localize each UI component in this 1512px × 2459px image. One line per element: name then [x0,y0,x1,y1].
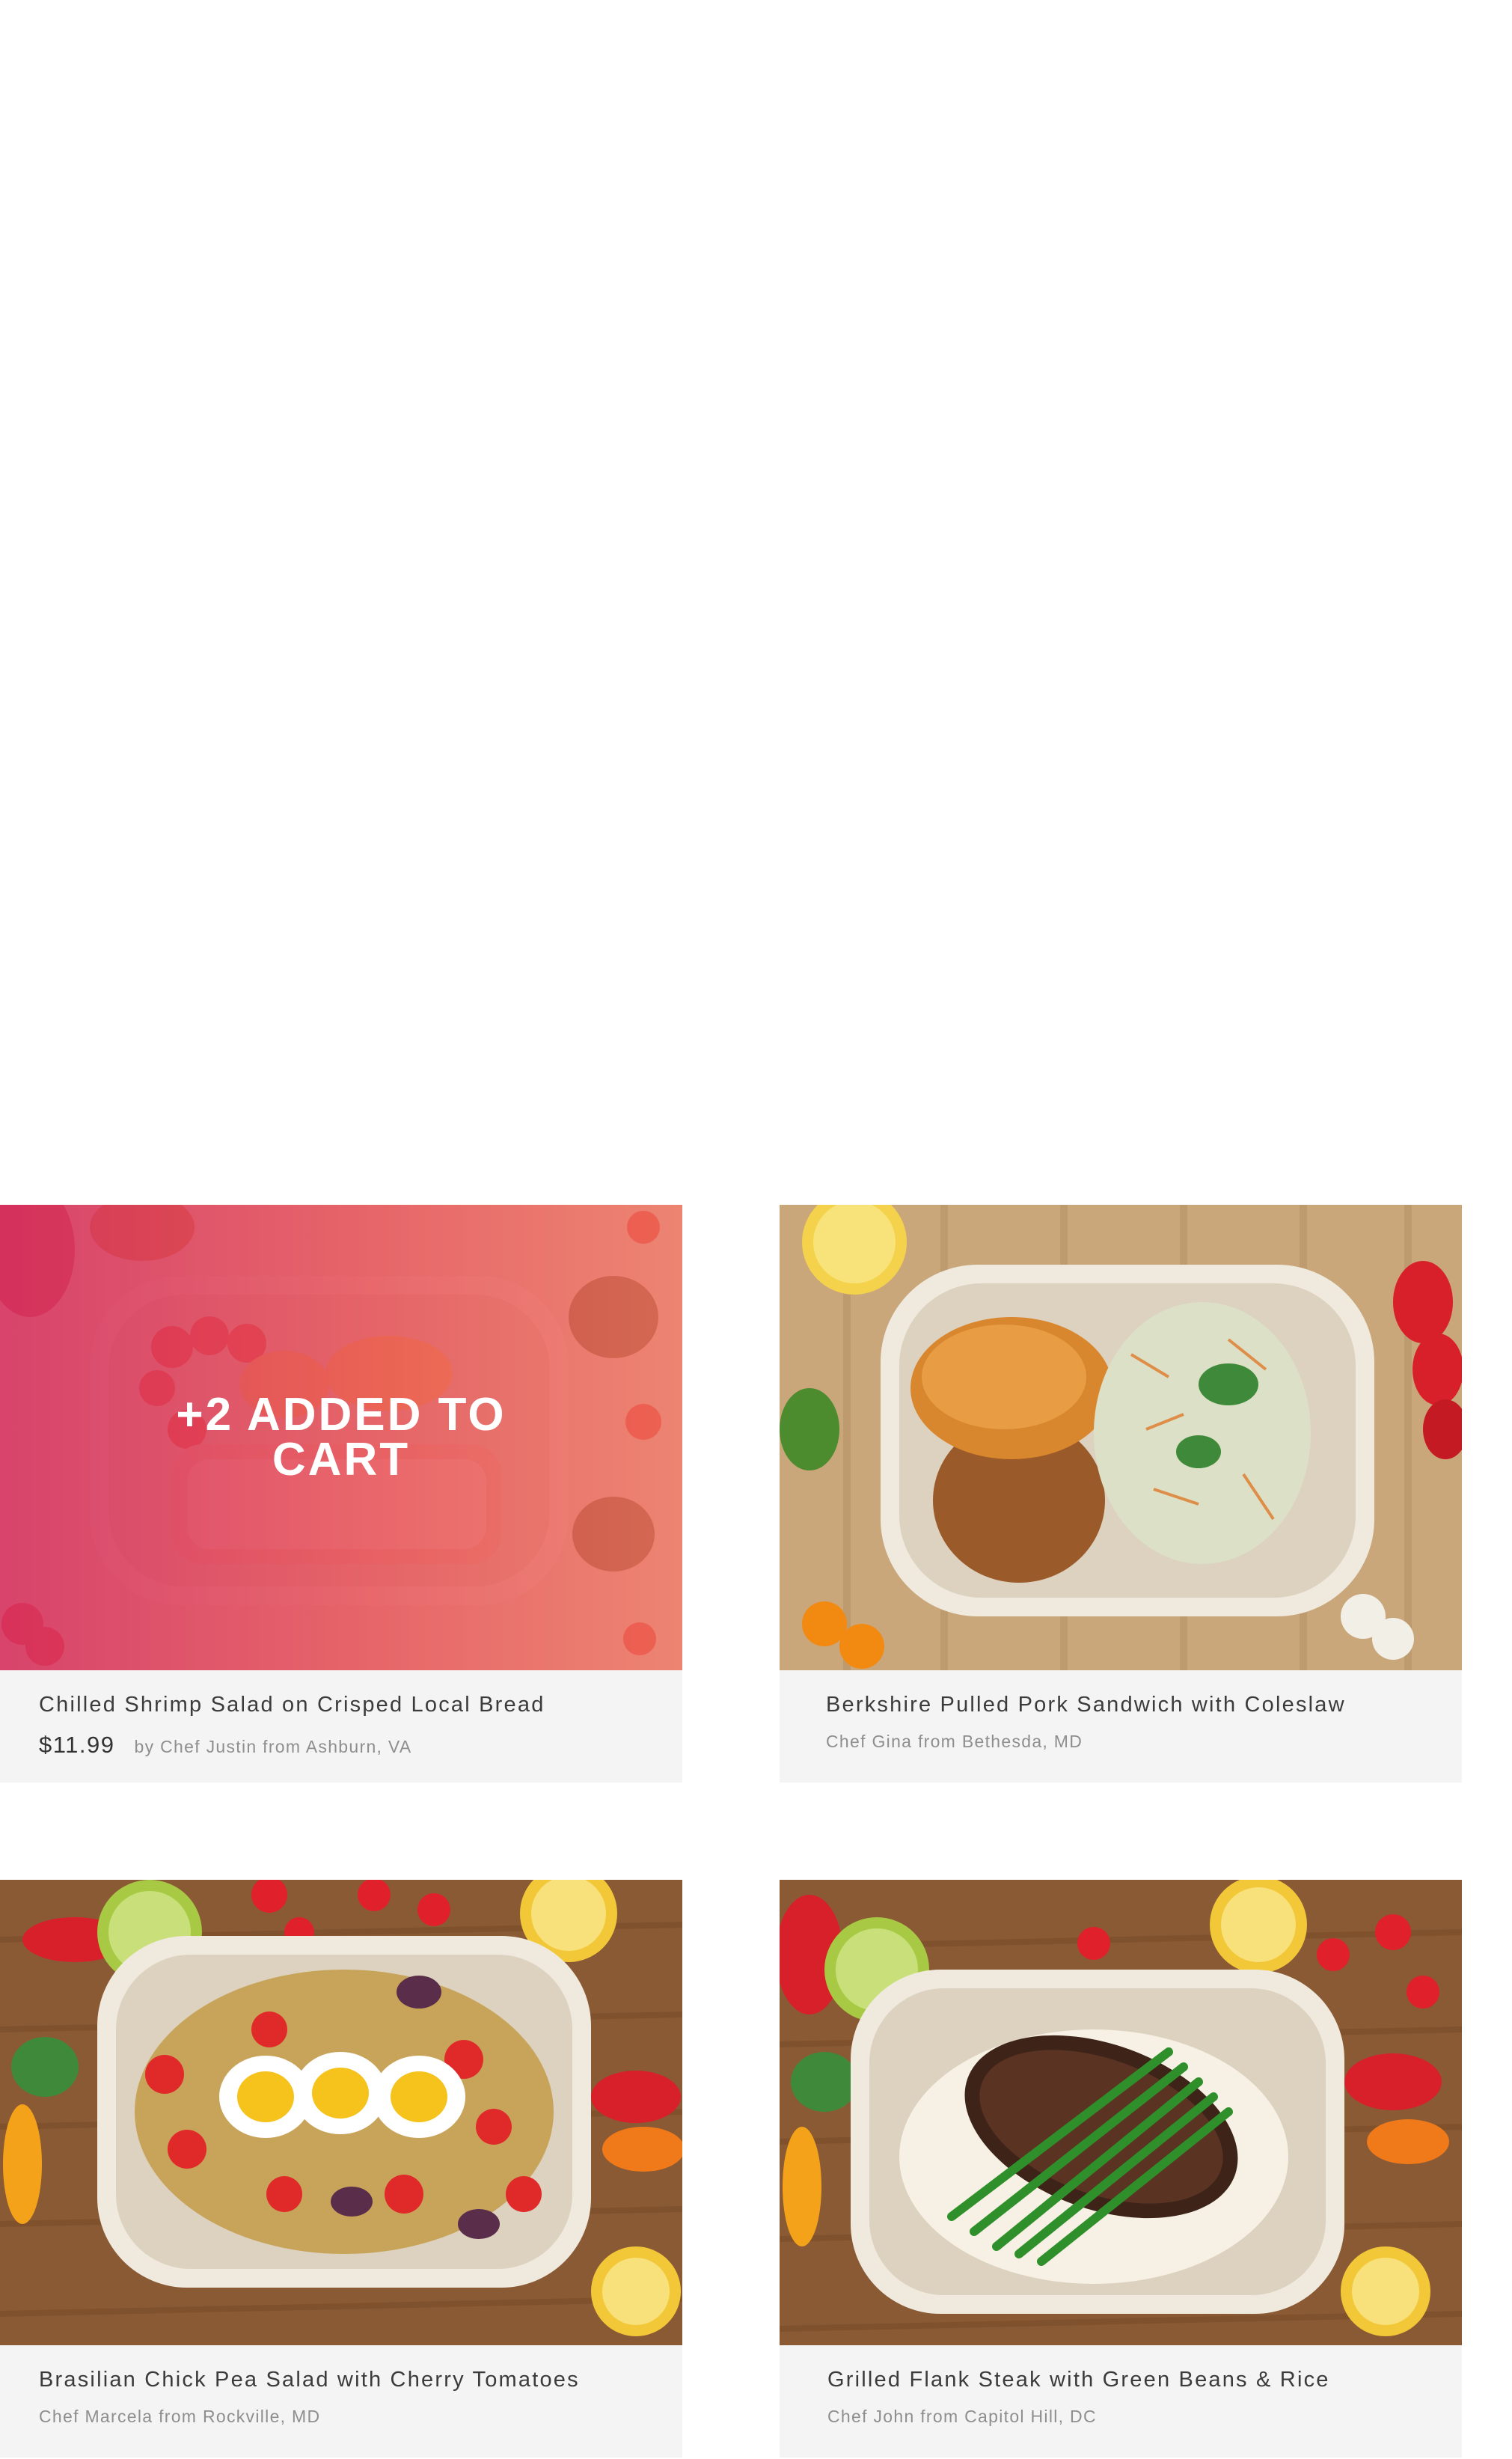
meal-card-flank-steak[interactable]: Grilled Flank Steak with Green Beans & R… [780,1880,1462,2458]
meal-chef: Chef John from Capitol Hill, DC [827,2407,1097,2426]
meal-chef: Chef Gina from Bethesda, MD [826,1732,1083,1751]
meal-photo-image [780,1205,1462,1670]
meal-title[interactable]: Chilled Shrimp Salad on Crisped Local Br… [39,1693,545,1717]
meal-photo-image [780,1880,1462,2345]
meal-info: Berkshire Pulled Pork Sandwich with Cole… [780,1670,1462,1783]
meal-photo-image [0,1880,682,2345]
meal-meta: Chef John from Capitol Hill, DC [827,2407,1097,2427]
meal-photo: +2 ADDED TO CART [0,1205,682,1670]
added-to-cart-message: +2 ADDED TO CART [176,1389,506,1485]
meal-card-pulled-pork[interactable]: Berkshire Pulled Pork Sandwich with Cole… [780,1205,1462,1783]
meal-photo [780,1880,1462,2345]
meal-info: Grilled Flank Steak with Green Beans & R… [780,2345,1462,2458]
meal-card-shrimp-salad[interactable]: +2 ADDED TO CART Chilled Shrimp Salad on… [0,1205,682,1783]
meal-title[interactable]: Brasilian Chick Pea Salad with Cherry To… [39,2368,580,2392]
added-to-cart-overlay: +2 ADDED TO CART [0,1205,682,1670]
meal-title[interactable]: Berkshire Pulled Pork Sandwich with Cole… [826,1693,1346,1717]
meal-meta: Chef Gina from Bethesda, MD [826,1732,1083,1752]
meal-photo [0,1880,682,2345]
meal-info: Brasilian Chick Pea Salad with Cherry To… [0,2345,682,2458]
meal-photo [780,1205,1462,1670]
meal-card-chick-pea-salad[interactable]: Brasilian Chick Pea Salad with Cherry To… [0,1880,682,2458]
meal-info: Chilled Shrimp Salad on Crisped Local Br… [0,1670,682,1783]
meal-meta: $11.99 by Chef Justin from Ashburn, VA [39,1732,412,1759]
meal-chef: Chef Marcela from Rockville, MD [39,2407,321,2426]
meal-chef: by Chef Justin from Ashburn, VA [134,1737,412,1756]
meal-price: $11.99 [39,1732,115,1758]
meal-meta: Chef Marcela from Rockville, MD [39,2407,320,2427]
meal-title[interactable]: Grilled Flank Steak with Green Beans & R… [827,2368,1330,2392]
